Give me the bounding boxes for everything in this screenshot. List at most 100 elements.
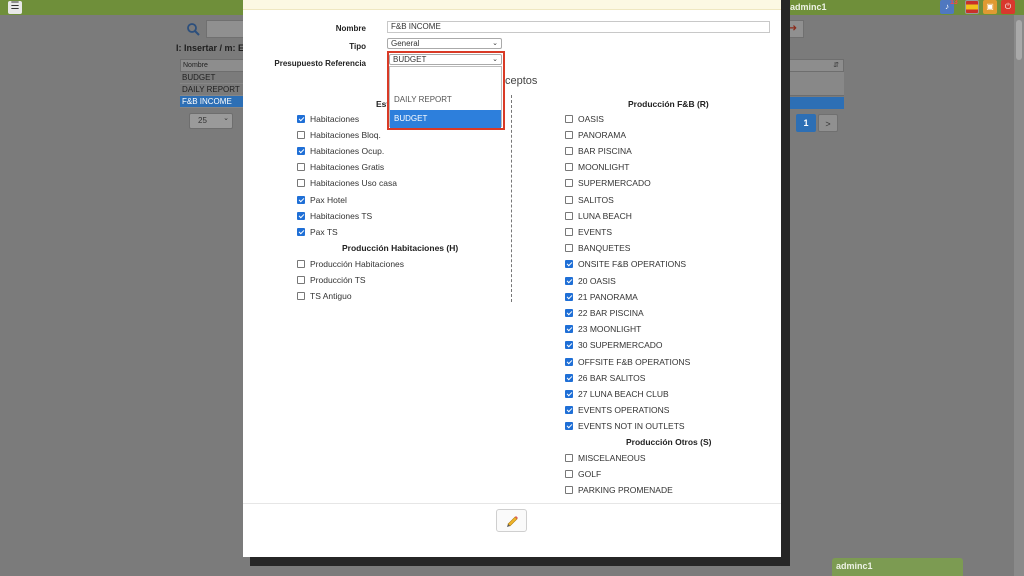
page-scrollbar[interactable] [1014,15,1024,576]
nombre-input[interactable]: F&B INCOME [387,21,770,33]
checkbox-item-21-panorama[interactable]: 21 PANORAMA [565,291,638,302]
page-size-select[interactable]: 25 ⌄ [189,113,233,129]
checkbox-item-22-bar-piscina[interactable]: 22 BAR PISCINA [565,307,644,318]
checkbox-item-habitaciones-bloq[interactable]: Habitaciones Bloq. [297,129,381,140]
table-row-selected[interactable]: F&B INCOME [180,96,244,108]
menu-icon[interactable]: ☰ [8,1,22,14]
checkbox[interactable] [565,406,573,415]
checkbox[interactable] [297,146,305,155]
column-header-nombre[interactable]: Nombre [180,59,244,72]
checkbox[interactable] [565,485,573,494]
checkbox[interactable] [565,389,573,398]
checkbox[interactable] [297,259,305,268]
checkbox-label: BANQUETES [578,243,631,254]
checkbox[interactable] [565,130,573,139]
checkbox-item-golf[interactable]: GOLF [565,468,601,479]
checkbox-item-luna-beach[interactable]: LUNA BEACH [565,210,632,221]
checkbox[interactable] [297,163,305,172]
checkbox[interactable] [297,211,305,220]
checkbox[interactable] [565,146,573,155]
checkbox-item-bar-piscina[interactable]: BAR PISCINA [565,145,632,156]
power-icon[interactable]: ⏻ [1001,0,1015,14]
checkbox-label: Producción TS [310,274,366,285]
checkbox-label: 21 PANORAMA [578,291,638,302]
checkbox-item-salitos[interactable]: SALITOS [565,194,614,205]
checkbox-item-20-oasis[interactable]: 20 OASIS [565,275,616,286]
checkbox[interactable] [297,291,305,300]
checkbox-item-produccion-ts[interactable]: Producción TS [297,274,366,285]
checkbox[interactable] [565,357,573,366]
checkbox[interactable] [297,195,305,204]
checkbox-item-habitaciones-ts[interactable]: Habitaciones TS [297,210,372,221]
checkbox-item-habitaciones-uso-casa[interactable]: Habitaciones Uso casa [297,178,397,189]
checkbox-item-habitaciones-gratis[interactable]: Habitaciones Gratis [297,162,384,173]
language-flag-icon[interactable] [965,0,979,14]
search-input[interactable] [206,20,246,38]
checkbox-item-30-supermercado[interactable]: 30 SUPERMERCADO [565,340,663,351]
bottom-user-panel[interactable]: adminc1 [832,558,963,576]
checkbox[interactable] [297,227,305,236]
checkbox[interactable] [297,179,305,188]
column-divider [511,95,512,302]
chevron-down-icon: ⌄ [492,40,498,47]
search-icon[interactable] [186,22,200,36]
nombre-label: Nombre [335,24,366,33]
checkbox-item-parking-promenade[interactable]: PARKING PROMENADE [565,484,673,495]
checkbox[interactable] [565,227,573,236]
checkbox[interactable] [565,276,573,285]
checkbox-label: 26 BAR SALITOS [578,372,646,383]
checkbox-label: OFFSITE F&B OPERATIONS [578,356,691,367]
table-row[interactable]: BUDGET [180,72,244,84]
checkbox[interactable] [297,114,305,123]
checkbox[interactable] [297,130,305,139]
edit-button[interactable] [496,509,527,532]
checkbox[interactable] [565,453,573,462]
dialog-header [243,0,781,10]
checkbox-item-supermercado[interactable]: SUPERMERCADO [565,178,651,189]
checkbox[interactable] [565,308,573,317]
checkbox-item-ts-antiguo[interactable]: TS Antiguo [297,290,352,301]
checkbox-item-27-luna-beach-club[interactable]: 27 LUNA BEACH CLUB [565,388,669,399]
user-profile-icon[interactable]: ▣ [983,0,997,14]
checkbox-label: 20 OASIS [578,275,616,286]
checkbox[interactable] [565,469,573,478]
checkbox[interactable] [565,341,573,350]
checkbox-item-onsite-fandb-operations[interactable]: ONSITE F&B OPERATIONS [565,259,686,270]
checkbox-item-habitaciones[interactable]: Habitaciones [297,113,359,124]
concepts-title: ceptos [505,75,538,87]
checkbox[interactable] [565,211,573,220]
table-row[interactable]: DAILY REPORT [180,84,244,96]
shortcut-hint: I: Insertar / m: Ed [176,43,244,53]
checkbox-item-pax-hotel[interactable]: Pax Hotel [297,194,347,205]
pagination-next[interactable]: > [818,114,838,132]
checkbox-label: Habitaciones Uso casa [310,178,397,189]
checkbox[interactable] [565,422,573,431]
checkbox-item-events-not-in-outlets[interactable]: EVENTS NOT IN OUTLETS [565,421,685,432]
checkbox[interactable] [297,275,305,284]
checkbox-item-panorama[interactable]: PANORAMA [565,129,626,140]
checkbox[interactable] [565,325,573,334]
checkbox[interactable] [565,292,573,301]
checkbox-item-events[interactable]: EVENTS [565,226,612,237]
checkbox-item-events-operations[interactable]: EVENTS OPERATIONS [565,405,669,416]
checkbox[interactable] [565,163,573,172]
checkbox-item-oasis[interactable]: OASIS [565,113,604,124]
checkbox-item-habitaciones-ocup[interactable]: Habitaciones Ocup. [297,145,384,156]
tipo-select[interactable]: General ⌄ [387,38,502,49]
checkbox[interactable] [565,373,573,382]
checkbox[interactable] [565,179,573,188]
checkbox[interactable] [565,114,573,123]
checkbox-item-produccion-habitaciones[interactable]: Producción Habitaciones [297,258,404,269]
checkbox-item-miscelaneous[interactable]: MISCELANEOUS [565,452,646,463]
checkbox-item-banquetes[interactable]: BANQUETES [565,243,630,254]
pagination-page-1[interactable]: 1 [796,114,816,132]
checkbox[interactable] [565,244,573,253]
checkbox-item-23-moonlight[interactable]: 23 MOONLIGHT [565,324,641,335]
checkbox-item-pax-ts[interactable]: Pax TS [297,226,338,237]
checkbox-item-moonlight[interactable]: MOONLIGHT [565,162,629,173]
checkbox[interactable] [565,260,573,269]
checkbox-item-26-bar-salitos[interactable]: 26 BAR SALITOS [565,372,645,383]
checkbox-item-offsite-fandb-operations[interactable]: OFFSITE F&B OPERATIONS [565,356,690,367]
checkbox[interactable] [565,195,573,204]
scrollbar-thumb[interactable] [1016,20,1022,60]
